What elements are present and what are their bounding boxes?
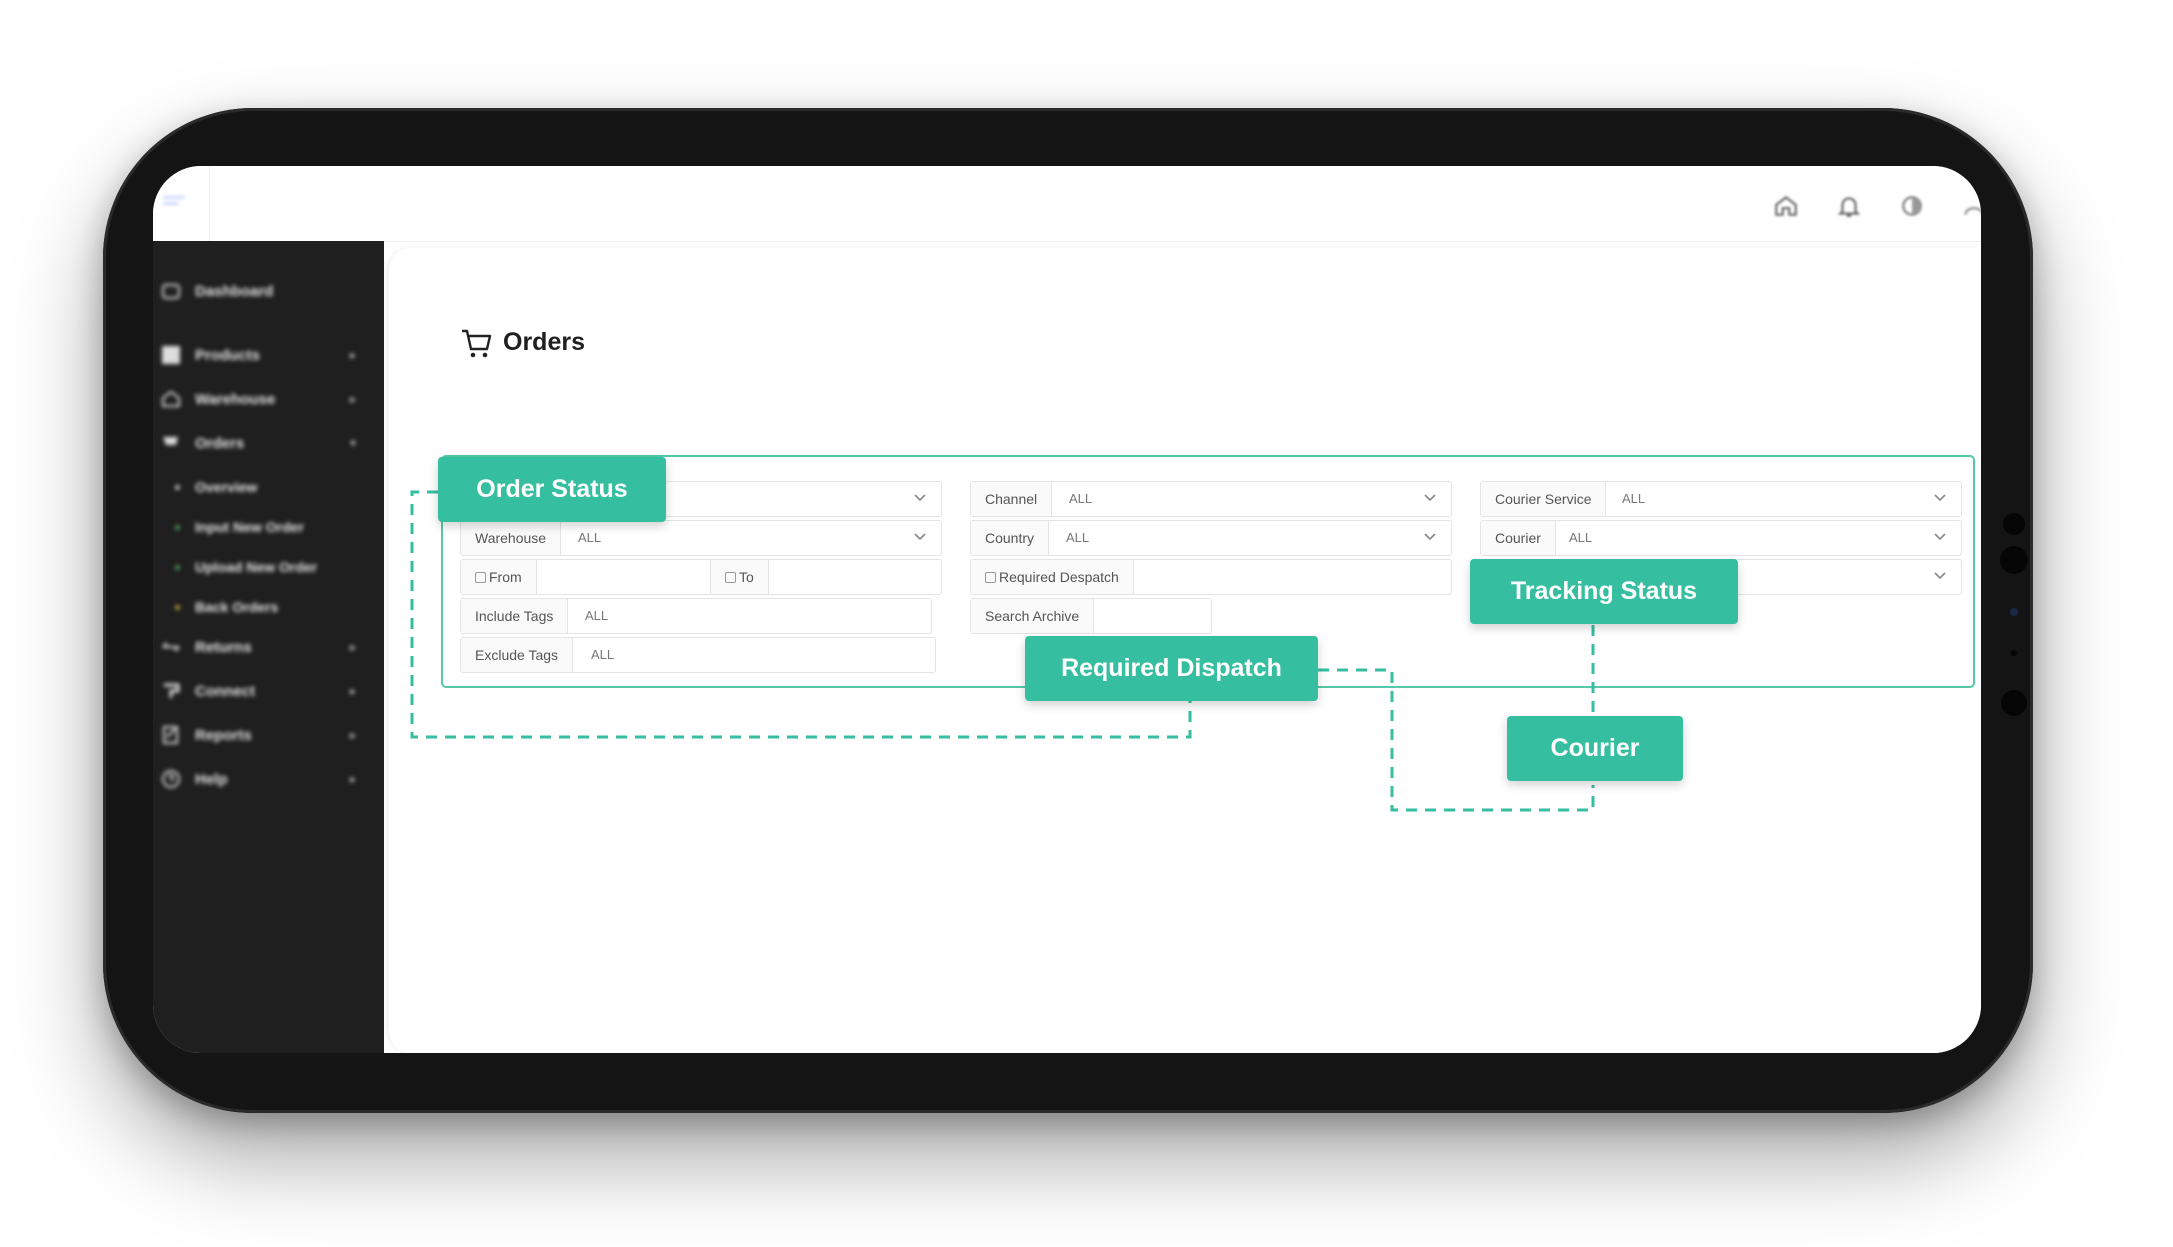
tracking-status-callout: Tracking Status <box>1470 559 1738 624</box>
order-status-callout: Order Status <box>438 457 666 522</box>
courier-callout: Courier <box>1507 716 1683 781</box>
callout-connectors <box>410 490 1595 812</box>
required-dispatch-callout: Required Dispatch <box>1025 636 1318 701</box>
